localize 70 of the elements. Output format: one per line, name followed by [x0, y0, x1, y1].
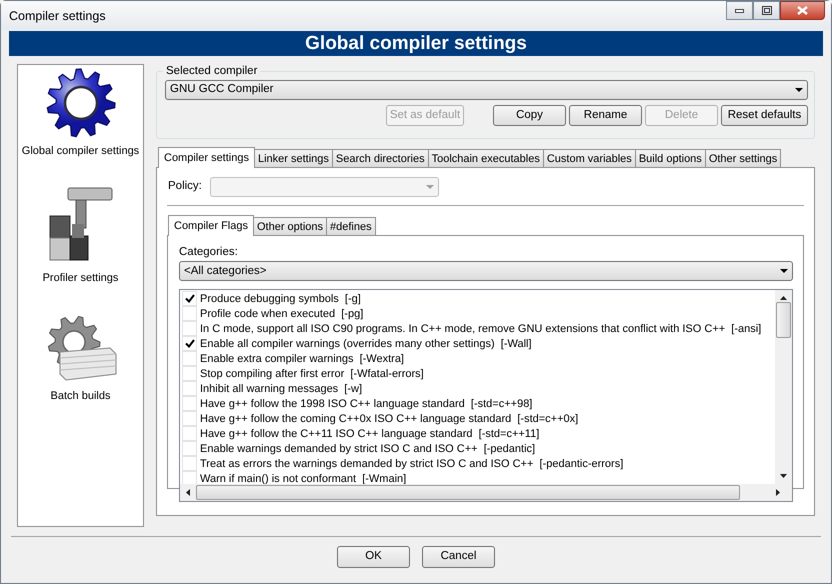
- compiler-dropdown[interactable]: GNU GCC Compiler: [165, 80, 808, 100]
- settings-tab[interactable]: Build options: [634, 149, 706, 167]
- minimize-icon: [735, 8, 744, 12]
- flags-tab[interactable]: #defines: [326, 217, 376, 235]
- checkbox[interactable]: [182, 456, 197, 472]
- dropdown-value: GNU GCC Compiler: [170, 82, 274, 98]
- action-button[interactable]: Rename: [569, 105, 642, 126]
- scroll-right-icon: [776, 489, 780, 496]
- action-button[interactable]: Copy: [493, 105, 566, 126]
- categories-dropdown[interactable]: <All categories>: [179, 261, 793, 282]
- flag-label: Have g++ follow the 1998 ISO C++ language standard [-std=c++98]: [200, 396, 532, 412]
- dialog-button[interactable]: OK: [337, 546, 410, 568]
- checkbox[interactable]: [182, 291, 197, 306]
- scrollbar-thumb[interactable]: [776, 302, 791, 338]
- flags-tab[interactable]: Compiler Flags: [168, 215, 254, 236]
- categories-label: Categories:: [179, 245, 239, 260]
- checkbox[interactable]: [182, 381, 197, 396]
- maximize-icon: [762, 6, 772, 15]
- close-button[interactable]: [780, 1, 825, 20]
- scroll-left-icon: [186, 489, 190, 496]
- flags-tab[interactable]: Other options: [252, 217, 328, 235]
- flag-label: Warn if main() is not conformant [-Wmain]: [200, 472, 406, 486]
- checkbox[interactable]: [182, 321, 197, 336]
- dialog-button[interactable]: Cancel: [422, 546, 495, 568]
- maximize-button[interactable]: [753, 1, 780, 20]
- dropdown-value: <All categories>: [184, 264, 266, 279]
- settings-tab[interactable]: Toolchain executables: [428, 149, 544, 167]
- scrollbar-thumb[interactable]: [196, 485, 740, 500]
- dropdown-caret-icon: [795, 88, 803, 92]
- flag-label: In C mode, support all ISO C90 programs. In C++ mode, remove GNU extensions that conflict with ISO C++ [-ansi]: [200, 322, 762, 336]
- scroll-down-icon: [780, 474, 787, 478]
- checkbox[interactable]: [182, 426, 197, 442]
- flag-label: Enable extra compiler warnings [-Wextra]: [200, 352, 404, 366]
- checkbox[interactable]: [182, 306, 197, 322]
- checkmark-icon: [184, 294, 194, 304]
- settings-tab[interactable]: Other settings: [704, 149, 782, 167]
- sidebar-item[interactable]: Profiler settings: [18, 186, 142, 286]
- sidebar-item[interactable]: Global compiler settings: [18, 67, 142, 160]
- settings-tab[interactable]: Linker settings: [254, 149, 333, 167]
- checkbox[interactable]: [182, 396, 197, 412]
- flag-label: Inhibit all warning messages [-w]: [200, 382, 362, 396]
- flag-label: Profile code when executed [-pg]: [200, 306, 364, 322]
- flag-label: Enable all compiler warnings (overrides many other settings) [-Wall]: [200, 336, 532, 352]
- minimize-button[interactable]: [726, 1, 753, 20]
- checkbox[interactable]: [182, 411, 197, 426]
- checkbox[interactable]: [182, 336, 197, 352]
- checkbox[interactable]: [182, 351, 197, 366]
- vertical-scrollbar[interactable]: [775, 290, 792, 484]
- sidebar-item[interactable]: Batch builds: [18, 312, 142, 404]
- gear-icon: [44, 67, 116, 139]
- header-banner: Global compiler settings: [9, 31, 823, 56]
- window-title: Compiler settings: [9, 8, 106, 25]
- flag-label: Produce debugging symbols [-g]: [200, 292, 361, 306]
- dropdown-caret-icon: [780, 269, 788, 274]
- checkbox[interactable]: [182, 366, 197, 382]
- action-button[interactable]: Reset defaults: [721, 105, 808, 126]
- close-icon: [797, 6, 808, 15]
- dropdown-caret-icon: [426, 185, 434, 189]
- flag-label: Treat as errors the warnings demanded by strict ISO C and ISO C++ [-pedantic-errors]: [200, 456, 624, 472]
- flag-label: Have g++ follow the coming C++0x ISO C++ language standard [-std=c++0x]: [200, 412, 578, 426]
- policy-label: Policy:: [168, 179, 202, 194]
- settings-tab[interactable]: Search directories: [332, 149, 429, 167]
- checkbox[interactable]: [182, 441, 197, 456]
- flag-label: Enable warnings demanded by strict ISO C and ISO C++ [-pedantic]: [200, 442, 536, 456]
- horizontal-scrollbar[interactable]: [180, 484, 792, 502]
- checkmark-icon: [184, 339, 194, 348]
- flag-label: Have g++ follow the C++11 ISO C++ language standard [-std=c++11]: [200, 426, 540, 442]
- settings-tab[interactable]: Compiler settings: [158, 147, 255, 168]
- settings-tab[interactable]: Custom variables: [542, 149, 636, 167]
- flag-label: Stop compiling after first error [-Wfatal-errors]: [200, 366, 424, 382]
